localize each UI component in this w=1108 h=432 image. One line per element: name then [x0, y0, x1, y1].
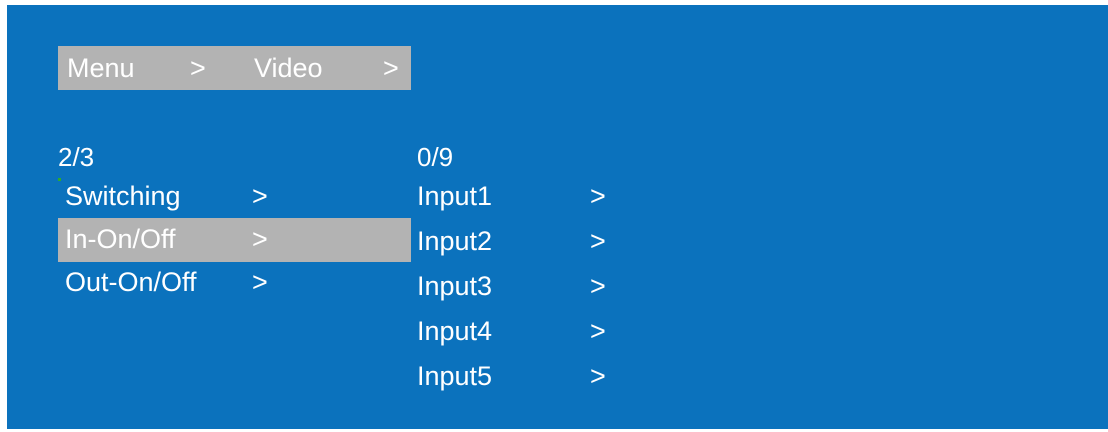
menu-item-label: Input3 [417, 271, 493, 301]
left-menu-item-out-on-off[interactable]: Out-On/Off > [58, 261, 411, 305]
menu-item-label: In-On/Off [65, 224, 176, 254]
breadcrumb-root: Menu [67, 53, 135, 83]
right-menu-item-input1[interactable]: Input1 > [417, 175, 657, 219]
breadcrumb-separator: > [190, 53, 206, 83]
left-menu-item-in-on-off[interactable]: In-On/Off > [58, 218, 411, 262]
chevron-right-icon: > [252, 267, 268, 297]
left-menu-counter: 2/3 [58, 142, 95, 172]
menu-item-label: Input2 [417, 226, 493, 256]
right-menu-item-input4[interactable]: Input4 > [417, 310, 657, 354]
menu-item-label: Input4 [417, 316, 493, 346]
menu-item-label: Switching [65, 181, 181, 211]
right-menu-counter: 0/9 [417, 142, 454, 172]
breadcrumb-separator: > [383, 53, 399, 83]
chevron-right-icon: > [590, 226, 606, 256]
menu-item-label: Input1 [417, 181, 493, 211]
right-menu-item-input5[interactable]: Input5 > [417, 355, 657, 399]
menu-item-label: Input5 [417, 361, 493, 391]
chevron-right-icon: > [590, 181, 606, 211]
breadcrumb-current: Video [254, 53, 323, 83]
right-menu-item-input3[interactable]: Input3 > [417, 265, 657, 309]
osd-screen: Menu > Video > 2/3 0/9 Switching > In-On… [7, 5, 1108, 429]
right-menu-item-input2[interactable]: Input2 > [417, 220, 657, 264]
left-menu-item-switching[interactable]: Switching > [58, 175, 411, 219]
chevron-right-icon: > [590, 316, 606, 346]
breadcrumb: Menu > Video > [58, 46, 411, 90]
chevron-right-icon: > [252, 181, 268, 211]
chevron-right-icon: > [590, 271, 606, 301]
chevron-right-icon: > [252, 224, 268, 254]
chevron-right-icon: > [590, 361, 606, 391]
menu-item-label: Out-On/Off [65, 267, 197, 297]
